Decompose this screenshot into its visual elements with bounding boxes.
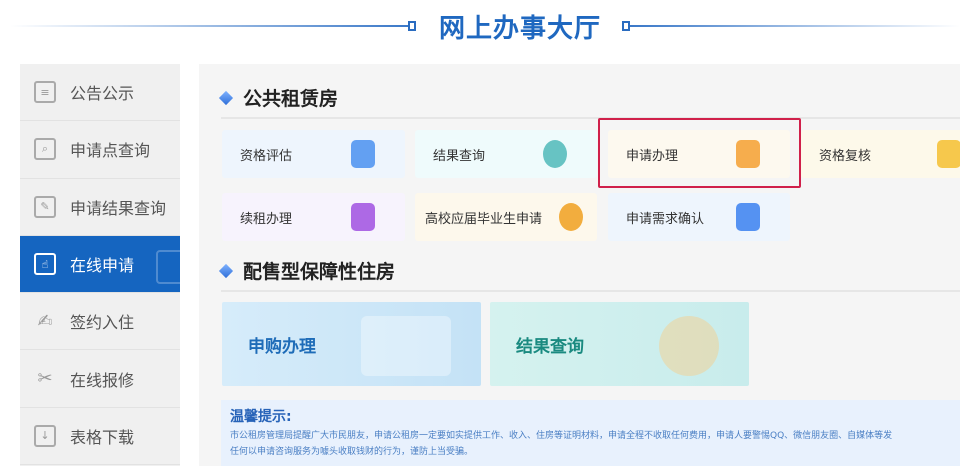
card-purchase-processing[interactable]: 申购办理 bbox=[222, 302, 481, 386]
section-heading-public-rental: 公共租赁房 bbox=[218, 84, 339, 111]
sidebar-item-label: 申请点查询 bbox=[70, 141, 151, 161]
header-ornament-right bbox=[622, 21, 630, 31]
document-icon bbox=[351, 140, 375, 168]
sidebar-item-label: 在线申请 bbox=[70, 256, 135, 276]
sidebar-item-result-query[interactable]: ✎ 申请结果查询 bbox=[20, 179, 180, 236]
notice-text: 市公租房管理局提醒广大市民朋友，申请公租房一定要如实提供工作、收入、住房等证明材… bbox=[230, 431, 893, 441]
divider bbox=[221, 117, 960, 119]
card-affordable-result-query[interactable]: 结果查询 bbox=[490, 302, 749, 386]
main-panel: 公共租赁房 资格评估 结果查询 申请办理 资格复核 续租办理 高校应届毕业生申请… bbox=[199, 64, 960, 466]
card-label: 资格评估 bbox=[240, 148, 293, 164]
checklist-icon bbox=[736, 203, 760, 231]
header-ornament-left bbox=[408, 21, 416, 31]
tools-icon: ✂ bbox=[37, 368, 53, 390]
page-header: 网上办事大厅 bbox=[0, 0, 960, 60]
notice-box: 温馨提示: 市公租房管理局提醒广大市民朋友，申请公租房一定要如实提供工作、收入、… bbox=[221, 400, 960, 466]
card-label: 续租办理 bbox=[240, 211, 293, 227]
sidebar-item-online-repair[interactable]: ✂ 在线报修 bbox=[20, 350, 180, 408]
card-eligibility-review[interactable]: 资格复核 bbox=[801, 130, 960, 178]
section-title: 公共租赁房 bbox=[243, 88, 339, 110]
card-label: 资格复核 bbox=[819, 148, 872, 164]
card-lease-renewal[interactable]: 续租办理 bbox=[222, 193, 405, 241]
hand-doc-icon: ☝ bbox=[34, 253, 56, 276]
watermark-icon bbox=[156, 249, 180, 284]
sidebar-item-application-point-query[interactable]: ⌕ 申请点查询 bbox=[20, 121, 180, 179]
diamond-icon bbox=[218, 263, 234, 278]
sidebar-item-sign-checkin[interactable]: ✍ 签约入住 bbox=[20, 293, 180, 351]
notice-text: 任何以申请咨询服务为噱头收取钱财的行为，谨防上当受骗。 bbox=[230, 447, 474, 457]
notice-title: 温馨提示: bbox=[230, 409, 292, 425]
diamond-icon bbox=[218, 90, 234, 105]
card-label: 高校应届毕业生申请 bbox=[425, 211, 543, 227]
magnifier-illustration-icon bbox=[659, 316, 719, 376]
search-doc-icon: ⌕ bbox=[34, 138, 56, 161]
dollar-up-icon bbox=[351, 203, 375, 231]
card-label: 申请需求确认 bbox=[626, 211, 705, 227]
card-label: 申购办理 bbox=[248, 336, 316, 357]
sidebar-item-label: 在线报修 bbox=[70, 370, 135, 390]
header-line-left bbox=[10, 25, 410, 27]
card-result-query[interactable]: 结果查询 bbox=[415, 130, 597, 178]
edit-doc-icon: ✎ bbox=[34, 195, 56, 218]
divider bbox=[221, 290, 960, 292]
sidebar: ≡ 公告公示 ⌕ 申请点查询 ✎ 申请结果查询 ☝ 在线申请 ✍ 签约入住 ✂ 在线报修 ↓… bbox=[20, 64, 180, 466]
graduate-icon bbox=[559, 203, 583, 231]
sidebar-item-online-application[interactable]: ☝ 在线申请 bbox=[20, 235, 180, 294]
illustration-icon bbox=[361, 316, 451, 376]
card-application-processing[interactable]: 申请办理 bbox=[608, 130, 790, 178]
card-label: 结果查询 bbox=[516, 336, 584, 357]
card-eligibility-assessment[interactable]: 资格评估 bbox=[222, 130, 405, 178]
sidebar-item-form-download[interactable]: ↓ 表格下载 bbox=[20, 408, 180, 466]
sidebar-item-announcements[interactable]: ≡ 公告公示 bbox=[20, 64, 180, 122]
sidebar-item-label: 公告公示 bbox=[70, 84, 135, 104]
card-graduate-application[interactable]: 高校应届毕业生申请 bbox=[415, 193, 597, 241]
sidebar-item-label: 申请结果查询 bbox=[70, 198, 167, 218]
card-label: 结果查询 bbox=[433, 148, 486, 164]
search-globe-icon bbox=[543, 140, 567, 168]
card-demand-confirmation[interactable]: 申请需求确认 bbox=[608, 193, 790, 241]
stack-icon bbox=[736, 140, 760, 168]
page-title: 网上办事大厅 bbox=[438, 14, 601, 44]
section-title: 配售型保障性住房 bbox=[243, 261, 396, 283]
sidebar-item-label: 签约入住 bbox=[70, 313, 135, 333]
card-label: 申请办理 bbox=[626, 148, 679, 164]
document-icon bbox=[937, 140, 960, 168]
download-doc-icon: ↓ bbox=[34, 424, 56, 447]
clipboard-icon: ≡ bbox=[34, 81, 56, 104]
section-heading-affordable-housing: 配售型保障性住房 bbox=[218, 257, 396, 284]
pen-sign-icon: ✍ bbox=[37, 310, 53, 332]
header-line-right bbox=[630, 25, 960, 27]
sidebar-item-label: 表格下载 bbox=[70, 427, 135, 447]
